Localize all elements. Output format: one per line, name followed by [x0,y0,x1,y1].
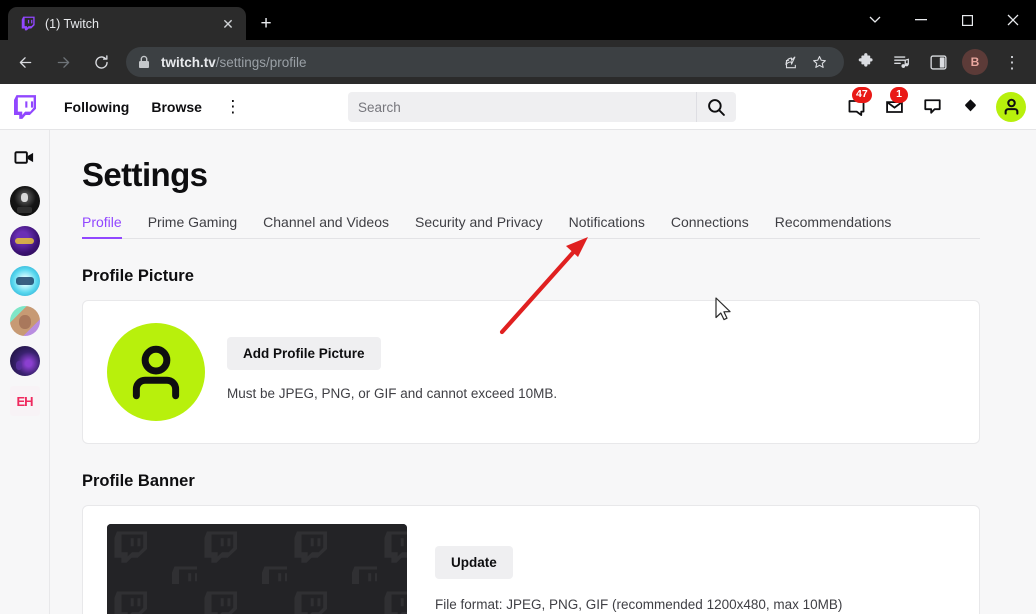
profile-banner-hint: File format: JPEG, PNG, GIF (recommended… [435,597,842,612]
minimize-button[interactable] [898,0,944,40]
page-body: EH Settings Profile Prime Gaming Channel… [0,130,1036,614]
search-icon [707,98,726,117]
settings-content: Settings Profile Prime Gaming Channel an… [50,130,1036,614]
notifications-icon[interactable]: 47 [841,92,871,122]
twitch-glitch-pattern-icon [107,524,407,614]
reload-button[interactable] [86,47,116,77]
sidebar-channel-3[interactable] [10,266,40,296]
profile-picture-card: Add Profile Picture Must be JPEG, PNG, o… [82,300,980,444]
share-icon[interactable] [778,49,804,75]
sidebar-channel-5[interactable] [10,346,40,376]
video-camera-icon[interactable] [10,142,40,172]
back-button[interactable] [10,47,40,77]
prime-loot-icon[interactable] [955,92,985,122]
tab-profile[interactable]: Profile [82,214,122,238]
settings-tabs: Profile Prime Gaming Channel and Videos … [82,214,980,239]
search-input[interactable] [348,92,696,122]
twitch-favicon-icon [20,16,36,32]
search-bar [348,92,736,122]
update-banner-button[interactable]: Update [435,546,513,579]
search-submit-button[interactable] [696,92,736,122]
new-tab-button[interactable]: + [252,9,280,37]
nav-more-icon[interactable]: ⋮ [220,94,246,120]
sidebar-channel-2[interactable] [10,226,40,256]
tab-recommendations[interactable]: Recommendations [775,214,892,238]
inbox-badge: 1 [890,87,908,103]
tab-strip: (1) Twitch ✕ + [0,0,1036,40]
page-title: Settings [82,156,980,194]
sidebar-channel-4[interactable] [10,306,40,336]
whispers-icon[interactable] [917,92,947,122]
profile-banner-heading: Profile Banner [82,472,980,491]
sidebar-channel-1[interactable] [10,186,40,216]
tab-search-icon[interactable] [852,0,898,40]
notifications-badge: 47 [852,87,872,103]
twitch-top-nav: Following Browse ⋮ 47 [0,84,1036,130]
sidebar-channel-6[interactable]: EH [10,386,40,416]
twitch-logo[interactable] [12,92,38,122]
address-bar[interactable]: twitch.tv/settings/profile [126,47,844,77]
extensions-icon[interactable] [851,47,881,77]
add-profile-picture-button[interactable]: Add Profile Picture [227,337,381,370]
tab-prime-gaming[interactable]: Prime Gaming [148,214,237,238]
url-text: twitch.tv/settings/profile [161,55,307,70]
tab-notifications[interactable]: Notifications [569,214,645,238]
profile-banner-card: Update File format: JPEG, PNG, GIF (reco… [82,505,980,614]
close-window-button[interactable] [990,0,1036,40]
omnibox-actions [766,49,832,75]
tab-channel-and-videos[interactable]: Channel and Videos [263,214,389,238]
lock-icon [138,55,150,69]
nav-right-actions: 47 1 [833,92,1026,122]
profile-picture-hint: Must be JPEG, PNG, or GIF and cannot exc… [227,386,557,401]
profile-picture-heading: Profile Picture [82,267,980,286]
browser-window: (1) Twitch ✕ + [0,0,1036,614]
forward-button[interactable] [48,47,78,77]
nav-browse-link[interactable]: Browse [143,94,210,120]
media-controls-icon[interactable] [887,47,917,77]
profile-banner-preview[interactable] [107,524,407,614]
inbox-icon[interactable]: 1 [879,92,909,122]
tab-security-and-privacy[interactable]: Security and Privacy [415,214,543,238]
url-domain: twitch.tv [161,55,216,70]
tab-title: (1) Twitch [45,17,218,31]
tab-connections[interactable]: Connections [671,214,749,238]
tab-close-icon[interactable]: ✕ [218,14,238,34]
side-panel-icon[interactable] [923,47,953,77]
window-controls [852,0,1036,40]
default-user-avatar [107,323,205,421]
browser-tab[interactable]: (1) Twitch ✕ [8,7,246,40]
browser-toolbar: twitch.tv/settings/profile [0,40,1036,84]
browser-profile-avatar[interactable]: B [962,49,988,75]
maximize-button[interactable] [944,0,990,40]
left-sidebar: EH [0,130,50,614]
twitch-page: Following Browse ⋮ 47 [0,84,1036,614]
nav-following-link[interactable]: Following [56,94,137,120]
user-avatar[interactable] [996,92,1026,122]
browser-menu-icon[interactable]: ⋮ [997,47,1027,77]
bookmark-star-icon[interactable] [806,49,832,75]
url-path: /settings/profile [216,55,307,70]
